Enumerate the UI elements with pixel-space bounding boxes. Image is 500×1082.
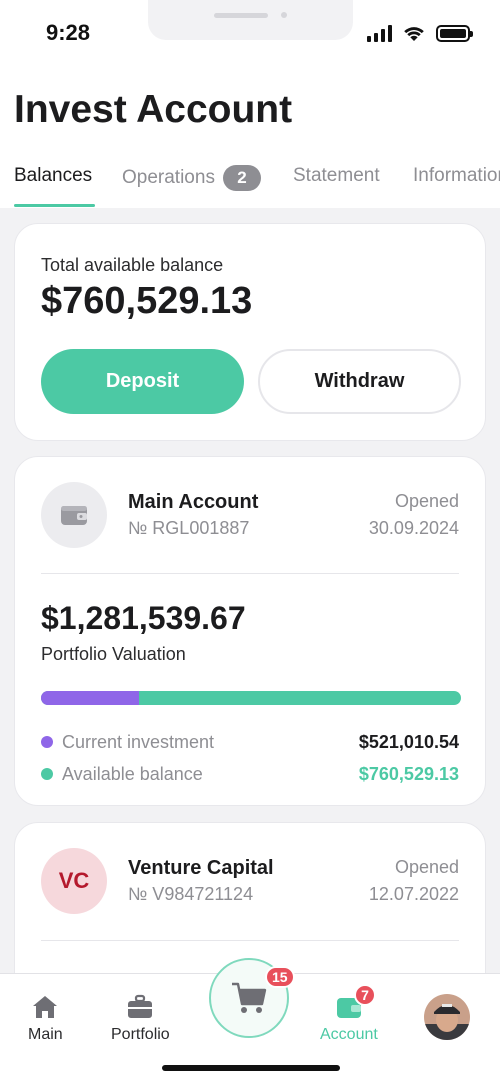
portfolio-progress-bar (41, 691, 461, 705)
nav-account[interactable]: Account 7 (320, 984, 378, 1044)
nav-profile[interactable] (424, 994, 470, 1040)
account-number: № V984721124 (128, 884, 254, 904)
account-number: № RGL001887 (128, 518, 250, 538)
briefcase-icon (128, 994, 153, 1018)
legend-value: $760,529.13 (358, 763, 459, 784)
investment-fill (41, 691, 139, 705)
balance-card: Total available balance $760,529.13 Depo… (14, 223, 486, 441)
cart-button[interactable]: 15 (209, 958, 295, 1038)
status-icons (367, 24, 473, 42)
legend-label: Current investment (62, 731, 215, 752)
portfolio-value: $1,281,539.67 (41, 600, 246, 636)
legend-available-balance: Available balance $760,529.13 (41, 762, 459, 786)
profile-avatar (424, 994, 470, 1040)
account-avatar (41, 482, 107, 548)
page-title: Invest Account (14, 88, 293, 131)
opened-date: 12.07.2022 (368, 884, 459, 904)
tab-statement[interactable]: Statement (293, 165, 380, 187)
cart-badge: 15 (265, 966, 295, 988)
tab-balances[interactable]: Balances (14, 165, 92, 187)
nav-portfolio[interactable]: Portfolio (111, 994, 170, 1044)
portfolio-label: Portfolio Valuation (41, 644, 186, 664)
tab-information[interactable]: Information (413, 165, 500, 187)
withdraw-button[interactable]: Withdraw (258, 349, 461, 414)
tab-bar: Balances Operations 2 Statement Informat… (0, 160, 500, 208)
top-header: 9:28 Invest Account Balances Operations … (0, 0, 500, 208)
main-account-card[interactable]: Main Account № RGL001887 Opened 30.09.20… (14, 456, 486, 806)
balance-value: $760,529.13 (41, 280, 253, 322)
legend-label: Available balance (62, 763, 203, 784)
deposit-button[interactable]: Deposit (41, 349, 244, 414)
legend-value: $521,010.54 (358, 731, 459, 752)
home-icon (33, 996, 58, 1018)
divider (41, 940, 459, 941)
home-indicator (162, 1065, 340, 1071)
cart-icon (232, 982, 267, 1013)
opened-label: Opened (394, 491, 459, 511)
investment-dot-icon (41, 736, 53, 748)
battery-icon (436, 24, 473, 42)
account-name: Main Account (128, 491, 259, 513)
opened-date: 30.09.2024 (368, 518, 459, 538)
account-avatar: VC (41, 848, 107, 914)
dynamic-island (148, 0, 353, 40)
wallet-icon (61, 506, 87, 525)
legend-current-investment: Current investment $521,010.54 (41, 730, 459, 754)
nav-main[interactable]: Main (28, 994, 63, 1044)
balance-label: Total available balance (41, 255, 224, 275)
signal-icon (367, 24, 392, 42)
account-badge: 7 (354, 984, 376, 1006)
active-tab-indicator (14, 204, 95, 207)
wifi-icon (404, 27, 424, 41)
divider (41, 573, 459, 574)
opened-label: Opened (394, 857, 459, 877)
account-name: Venture Capital (128, 857, 274, 879)
status-time: 9:28 (46, 20, 91, 45)
available-dot-icon (41, 768, 53, 780)
tab-operations[interactable]: Operations 2 (122, 165, 261, 191)
operations-count-badge: 2 (222, 165, 261, 191)
